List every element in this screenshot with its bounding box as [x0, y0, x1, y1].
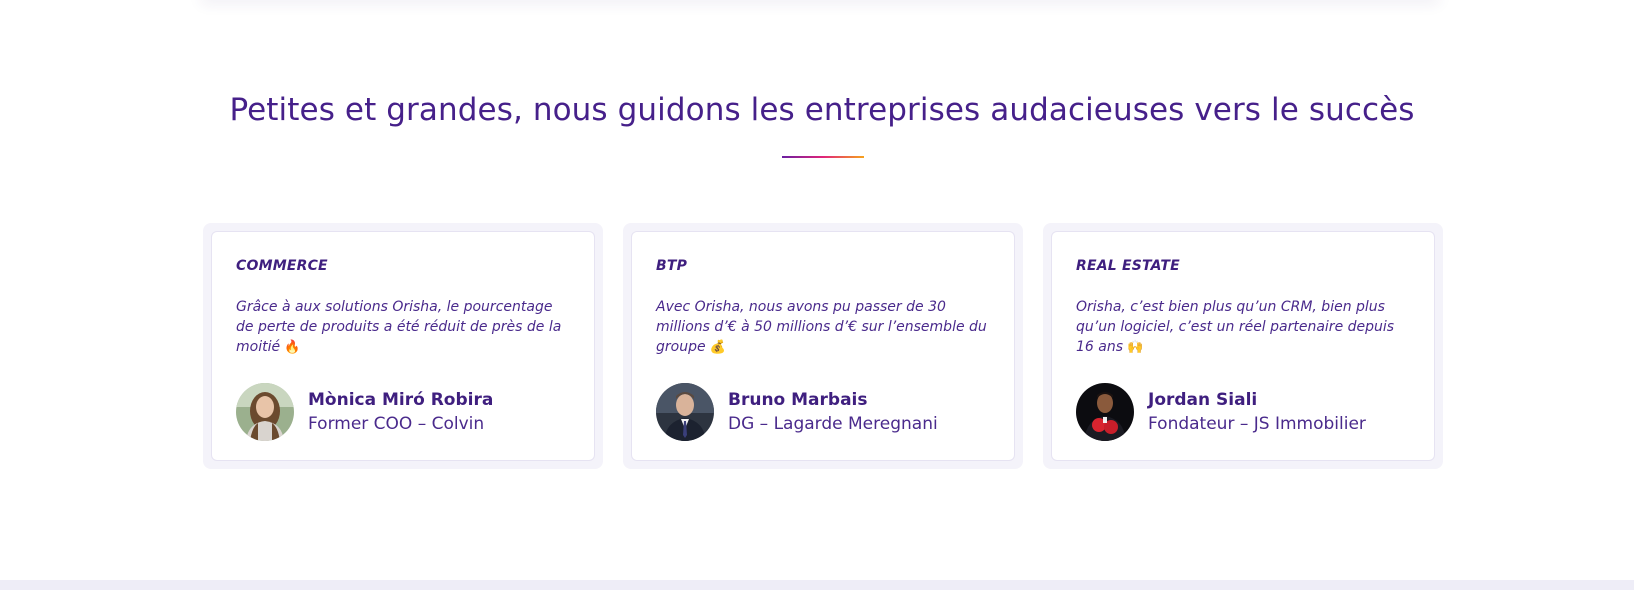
testimonial-card-commerce: COMMERCE Grâce à aux solutions Orisha, l…	[203, 223, 603, 469]
quote-text: Avec Orisha, nous avons pu passer de 30 …	[656, 299, 987, 355]
author-role: Former COO – Colvin	[308, 413, 485, 434]
portrait-man-boxing-avatar	[1076, 383, 1134, 441]
portrait-woman-avatar	[236, 383, 294, 441]
portrait-man-suit-avatar	[656, 383, 714, 441]
author-role: Fondateur – JS Immobilier	[1148, 413, 1366, 434]
testimonial-quote: Avec Orisha, nous avons pu passer de 30 …	[656, 297, 990, 359]
sector-label: REAL ESTATE	[1076, 258, 1180, 274]
testimonial-card-inner: REAL ESTATE Orisha, c’est bien plus qu’u…	[1051, 231, 1435, 461]
author-details: Jordan Siali Fondateur – JS Immobilier	[1148, 389, 1366, 436]
testimonial-quote: Grâce à aux solutions Orisha, le pourcen…	[236, 297, 570, 359]
testimonial-quote: Orisha, c’est bien plus qu’un CRM, bien …	[1076, 297, 1410, 359]
author-details: Mònica Miró Robira Former COO – Colvin	[308, 389, 493, 436]
testimonial-card-real-estate: REAL ESTATE Orisha, c’est bien plus qu’u…	[1043, 223, 1443, 469]
testimonial-card-btp: BTP Avec Orisha, nous avons pu passer de…	[623, 223, 1023, 469]
section-title: Petites et grandes, nous guidons les ent…	[229, 92, 1415, 128]
raised-hands-emoji-icon: 🙌	[1127, 340, 1144, 355]
fire-emoji-icon: 🔥	[284, 340, 301, 355]
testimonial-card-inner: BTP Avec Orisha, nous avons pu passer de…	[631, 231, 1015, 461]
testimonial-author: Mònica Miró Robira Former COO – Colvin	[236, 383, 570, 441]
author-name: Mònica Miró Robira	[308, 389, 494, 410]
testimonial-card-inner: COMMERCE Grâce à aux solutions Orisha, l…	[211, 231, 595, 461]
testimonial-author: Jordan Siali Fondateur – JS Immobilier	[1076, 383, 1410, 441]
next-section-edge	[0, 580, 1634, 590]
sector-label: COMMERCE	[236, 258, 328, 274]
sector-label: BTP	[656, 258, 688, 274]
author-name: Bruno Marbais	[728, 389, 868, 410]
testimonial-cards: COMMERCE Grâce à aux solutions Orisha, l…	[203, 223, 1443, 469]
money-bag-emoji-icon: 💰	[709, 340, 726, 355]
testimonial-author: Bruno Marbais DG – Lagarde Meregnani	[656, 383, 990, 441]
author-details: Bruno Marbais DG – Lagarde Meregnani	[728, 389, 938, 436]
author-name: Jordan Siali	[1148, 389, 1258, 410]
quote-text: Orisha, c’est bien plus qu’un CRM, bien …	[1076, 299, 1395, 355]
author-role: DG – Lagarde Meregnani	[728, 413, 938, 434]
title-gradient-underline	[782, 156, 864, 158]
